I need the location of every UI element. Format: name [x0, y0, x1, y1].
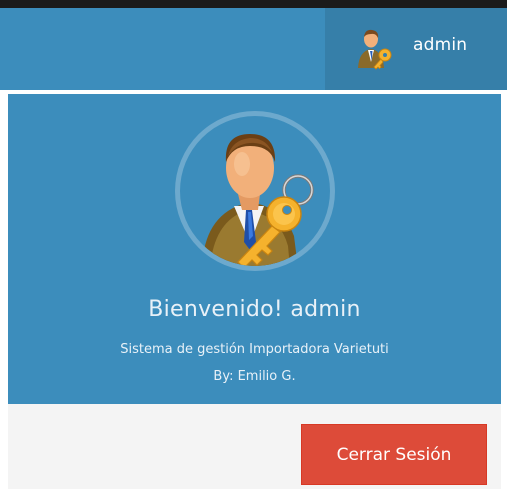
system-subtitle: Sistema de gestión Importadora Varietuti	[120, 342, 389, 357]
logout-button[interactable]: Cerrar Sesión	[301, 424, 487, 485]
author-byline: By: Emilio G.	[213, 369, 296, 384]
user-menu-toggle[interactable]: admin	[325, 8, 507, 90]
user-admin-key-icon	[358, 29, 392, 70]
profile-avatar	[175, 111, 335, 271]
user-footer-panel: Cerrar Sesión	[8, 404, 501, 489]
user-admin-key-icon	[202, 134, 314, 266]
top-edge-bar	[0, 0, 507, 8]
welcome-message: Bienvenido! admin	[148, 297, 361, 322]
user-header-panel: Bienvenido! admin Sistema de gestión Imp…	[8, 94, 501, 404]
navbar-username: admin	[413, 35, 468, 55]
